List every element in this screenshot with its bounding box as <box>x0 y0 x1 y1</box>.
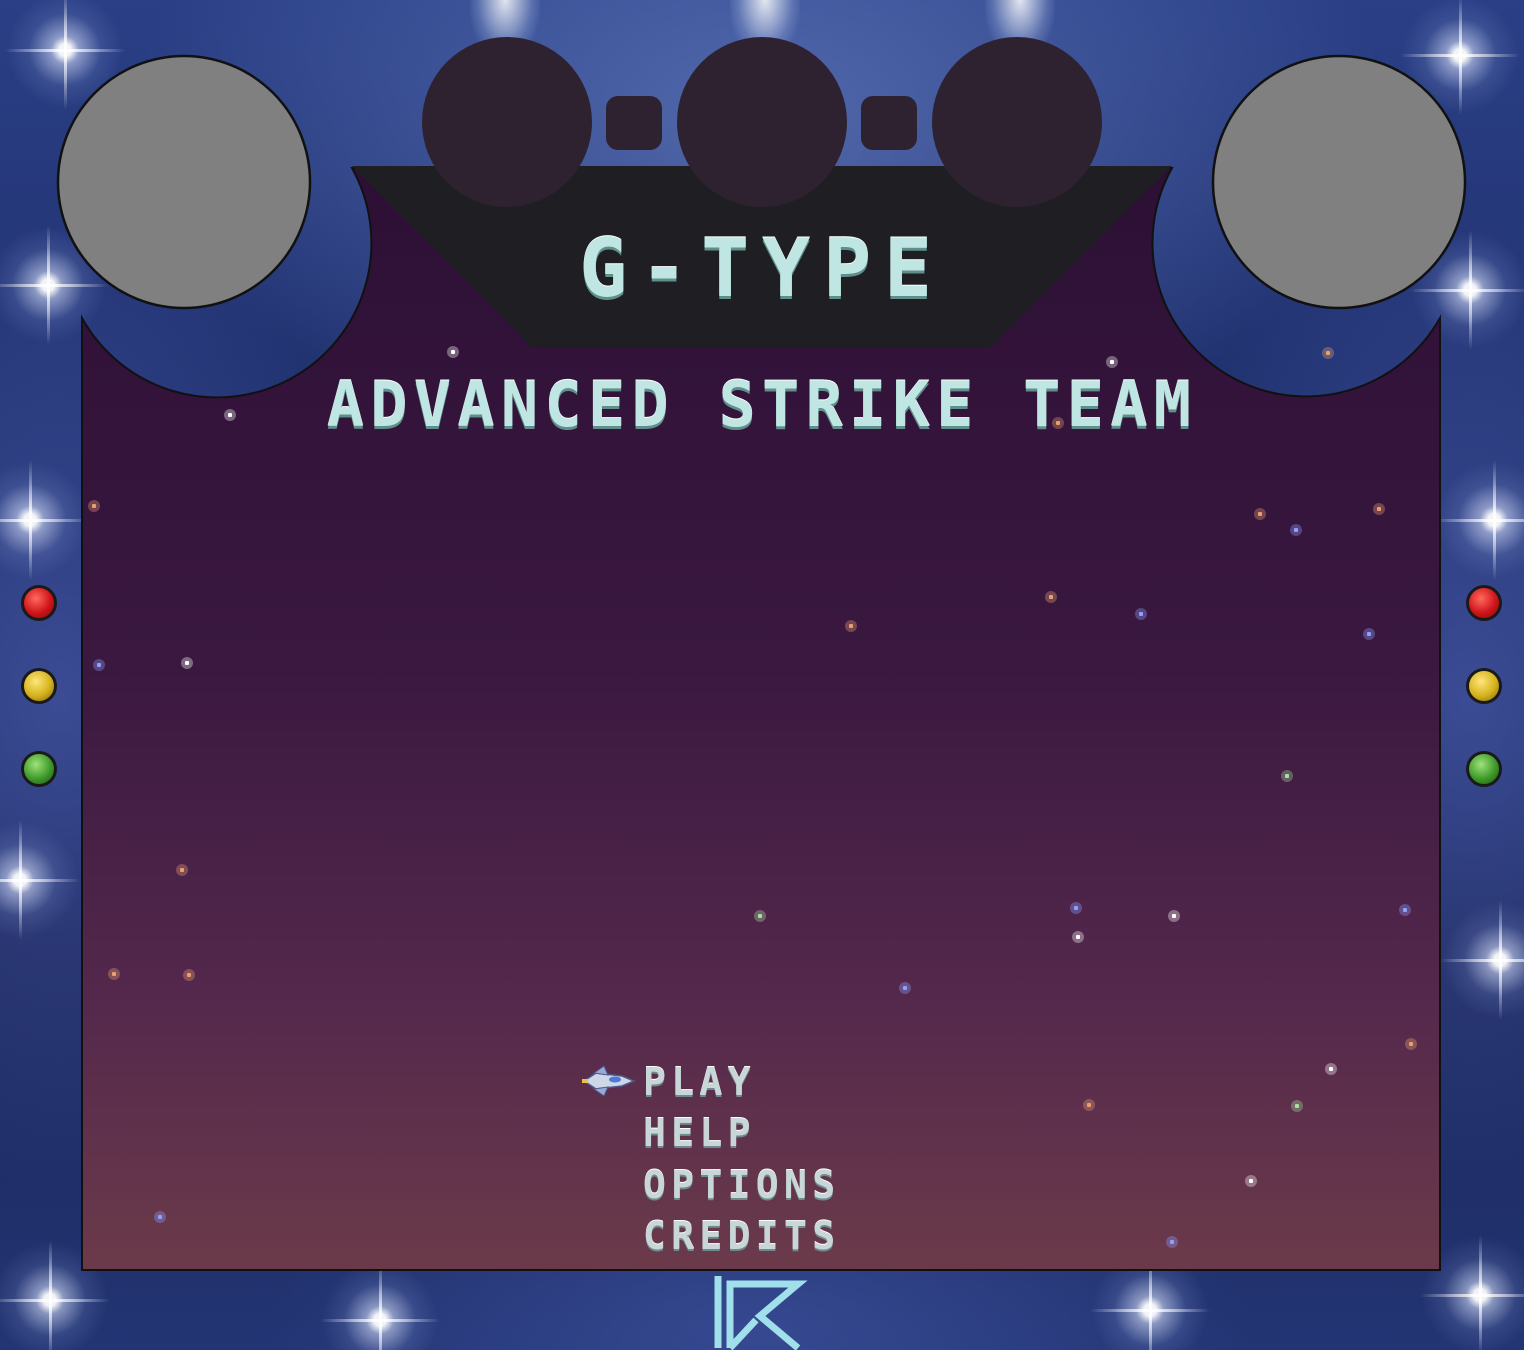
star <box>1373 503 1385 515</box>
star <box>1254 508 1266 520</box>
top-connector <box>861 96 917 150</box>
top-connector <box>606 96 662 150</box>
star <box>108 968 120 980</box>
star <box>1106 356 1118 368</box>
star <box>1290 524 1302 536</box>
star <box>1399 904 1411 916</box>
star <box>899 982 911 994</box>
star <box>447 346 459 358</box>
star <box>754 910 766 922</box>
game-title: G-TYPE <box>579 222 945 315</box>
top-circle <box>422 37 592 207</box>
star <box>1168 910 1180 922</box>
star <box>176 864 188 876</box>
star <box>1322 347 1334 359</box>
star <box>181 657 193 669</box>
star <box>1070 902 1082 914</box>
star <box>1405 1038 1417 1050</box>
star <box>93 659 105 671</box>
green-light-right <box>1466 751 1502 787</box>
star <box>1325 1063 1337 1075</box>
game-cabinet: G-TYPE ADVANCED STRIKE TEAM PLAY HELP OP… <box>0 0 1524 1350</box>
yellow-light-right <box>1466 668 1502 704</box>
menu-item-credits[interactable]: CREDITS <box>643 1214 840 1258</box>
green-light-left <box>21 751 57 787</box>
star <box>1291 1100 1303 1112</box>
star <box>1135 608 1147 620</box>
star <box>1245 1175 1257 1187</box>
star <box>1363 628 1375 640</box>
menu-item-help[interactable]: HELP <box>643 1111 756 1155</box>
top-circle <box>932 37 1102 207</box>
star <box>1045 591 1057 603</box>
studio-logo-icon <box>714 1276 808 1350</box>
star <box>845 620 857 632</box>
star <box>88 500 100 512</box>
star <box>183 969 195 981</box>
star <box>1083 1099 1095 1111</box>
star <box>154 1211 166 1223</box>
star <box>1281 770 1293 782</box>
red-light-left <box>21 585 57 621</box>
menu-item-options[interactable]: OPTIONS <box>643 1163 840 1207</box>
spaceship-icon <box>582 1065 636 1097</box>
star <box>1166 1236 1178 1248</box>
red-light-right <box>1466 585 1502 621</box>
game-subtitle: ADVANCED STRIKE TEAM <box>326 368 1198 441</box>
menu-item-play[interactable]: PLAY <box>643 1060 756 1104</box>
star <box>1072 931 1084 943</box>
top-circle <box>677 37 847 207</box>
cabinet-shapes <box>56 37 1467 1271</box>
yellow-light-left <box>21 668 57 704</box>
